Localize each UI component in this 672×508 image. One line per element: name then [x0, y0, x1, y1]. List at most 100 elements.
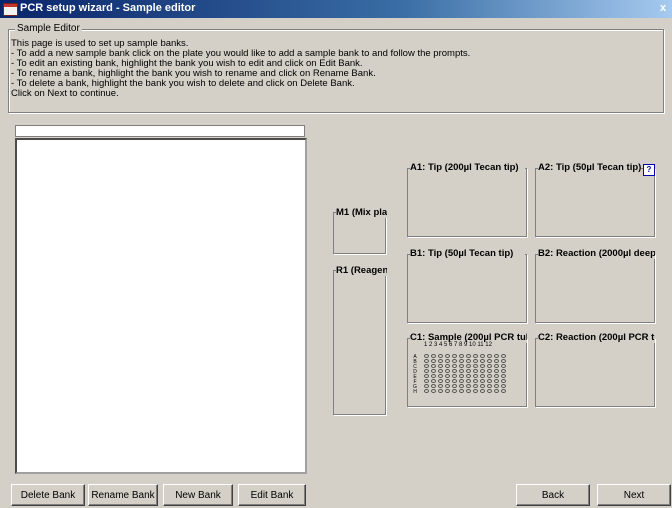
plate-well: [424, 389, 429, 393]
plate-well: [438, 359, 443, 363]
plate-well: [501, 354, 506, 358]
plate-well: [501, 384, 506, 388]
plate-well: [487, 369, 492, 373]
deck-label-b1: B1: Tip (50µl Tecan tip): [410, 248, 525, 259]
deck-position-b1[interactable]: [407, 254, 527, 323]
deck-position-m1[interactable]: [333, 212, 386, 254]
plate-well: [424, 359, 429, 363]
plate-well: [466, 374, 471, 378]
plate-well: [445, 354, 450, 358]
plate-well: [438, 384, 443, 388]
plate-well: [438, 389, 443, 393]
plate-well: [445, 379, 450, 383]
deck-position-a1[interactable]: [407, 168, 527, 237]
plate-well: [466, 379, 471, 383]
deck-position-r1[interactable]: [333, 270, 386, 415]
plate-well: [466, 389, 471, 393]
plate-well: [487, 389, 492, 393]
plate-well: [445, 364, 450, 368]
plate-well: [438, 379, 443, 383]
plate-well: [431, 359, 436, 363]
plate-well: [487, 379, 492, 383]
plate-well: [473, 369, 478, 373]
plate-well: [459, 369, 464, 373]
plate-well: [452, 384, 457, 388]
plate-well: [424, 374, 429, 378]
plate-well: [466, 359, 471, 363]
plate-well: [501, 379, 506, 383]
plate-well: [466, 369, 471, 373]
plate-well: [445, 359, 450, 363]
rename-bank-button[interactable]: Rename Bank: [88, 484, 158, 506]
plate-well: [487, 374, 492, 378]
plate-well: [431, 354, 436, 358]
plate-well: [459, 374, 464, 378]
plate-well: [452, 379, 457, 383]
title-bar: PCR setup wizard - Sample editor x: [0, 0, 672, 18]
plate-well: [494, 354, 499, 358]
plate-wells: [424, 354, 508, 394]
plate-well: [452, 369, 457, 373]
plate-well: [459, 359, 464, 363]
plate-well: [424, 354, 429, 358]
plate-well: [473, 379, 478, 383]
plate-well: [480, 354, 485, 358]
plate-row-labels: A B C D E F G H: [412, 355, 418, 395]
plate-well: [445, 374, 450, 378]
plate-well: [480, 379, 485, 383]
plate-well: [480, 374, 485, 378]
plate-well: [501, 369, 506, 373]
plate-well: [452, 364, 457, 368]
plate-well: [480, 364, 485, 368]
new-bank-button[interactable]: New Bank: [163, 484, 233, 506]
plate-well: [494, 389, 499, 393]
instruction-line: Click on Next to continue.: [11, 88, 119, 99]
plate-well: [431, 369, 436, 373]
back-button[interactable]: Back: [516, 484, 590, 506]
window-title: PCR setup wizard - Sample editor: [20, 2, 196, 14]
deck-position-b2[interactable]: [535, 254, 655, 323]
deck-position-a2[interactable]: [535, 168, 655, 237]
close-button[interactable]: x: [656, 2, 670, 15]
plate-well: [473, 374, 478, 378]
plate-well: [438, 374, 443, 378]
plate-well: [452, 374, 457, 378]
plate-well: [459, 364, 464, 368]
next-button[interactable]: Next: [597, 484, 671, 506]
plate-well: [466, 364, 471, 368]
delete-bank-button[interactable]: Delete Bank: [11, 484, 85, 506]
bank-selector[interactable]: [15, 125, 305, 137]
plate-well: [431, 364, 436, 368]
plate-well: [431, 379, 436, 383]
plate-well: [466, 384, 471, 388]
sample-editor-legend: Sample Editor: [15, 23, 82, 34]
plate-well: [501, 359, 506, 363]
plate-well: [459, 354, 464, 358]
plate-well: [438, 369, 443, 373]
plate-well: [487, 364, 492, 368]
plate-well: [480, 359, 485, 363]
plate-well: [452, 359, 457, 363]
instructions: This page is used to set up sample banks…: [11, 39, 470, 99]
plate-well: [487, 359, 492, 363]
deck-label-m1: M1 (Mix pla: [336, 207, 387, 218]
plate-well: [445, 369, 450, 373]
edit-bank-button[interactable]: Edit Bank: [238, 484, 306, 506]
app-icon: [3, 3, 18, 16]
plate-well: [501, 364, 506, 368]
plate-well: [459, 384, 464, 388]
plate-well: [494, 384, 499, 388]
plate-well: [438, 364, 443, 368]
deck-position-c2[interactable]: [535, 338, 655, 407]
plate-well: [445, 389, 450, 393]
plate-well: [424, 379, 429, 383]
help-icon[interactable]: ?: [643, 164, 655, 176]
plate-well: [424, 364, 429, 368]
plate-well: [487, 354, 492, 358]
plate-well: [480, 369, 485, 373]
sample-bank-list[interactable]: [15, 138, 307, 474]
plate-column-labels: 1 2 3 4 5 6 7 8 9 10 11 12: [424, 342, 492, 348]
plate-well: [431, 384, 436, 388]
deck-label-b2: B2: Reaction (2000µl deep: [538, 248, 655, 259]
plate-well: [473, 354, 478, 358]
